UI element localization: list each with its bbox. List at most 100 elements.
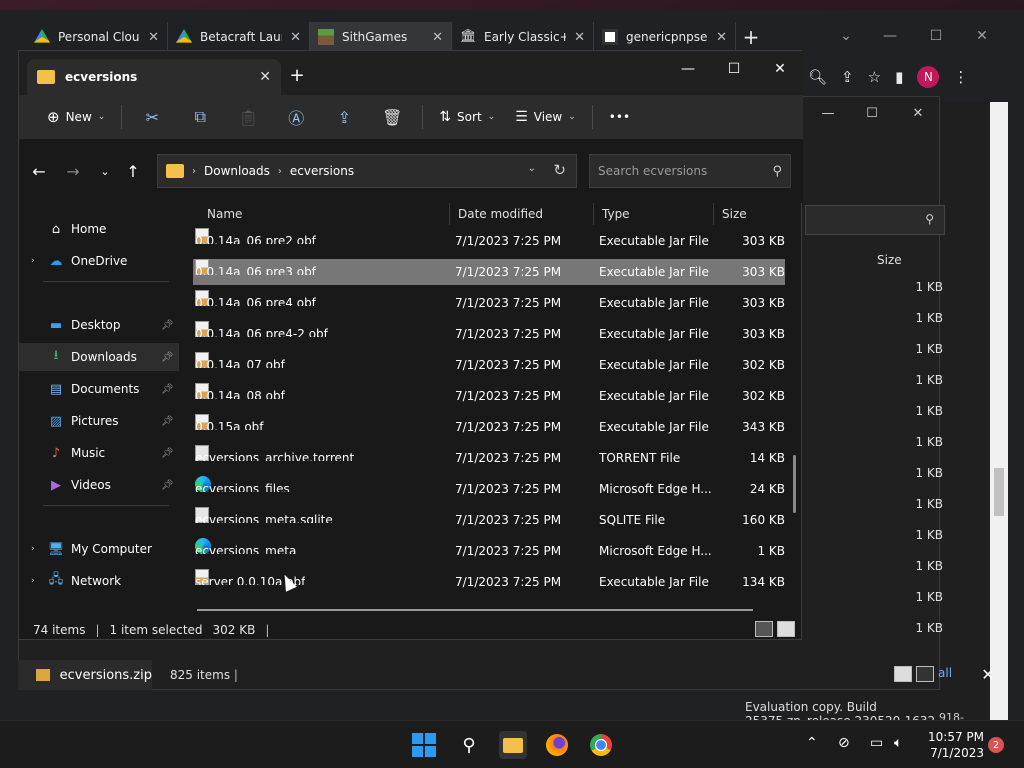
breadcrumb-ecversions[interactable]: ecversions [290, 164, 354, 178]
rename-button[interactable]: Ⓐ [272, 101, 320, 133]
paste-button[interactable]: 📋︎ [224, 101, 272, 133]
refresh-icon[interactable]: ↻ [553, 161, 566, 179]
table-row[interactable]: ecversions_meta 7/1/2023 7:25 PM Microsoft… [193, 538, 785, 564]
size-column-header[interactable]: Size [877, 253, 902, 267]
display-icon[interactable]: ▭ [870, 735, 883, 751]
forward-button[interactable]: → [61, 159, 85, 183]
chrome-tab-2[interactable]: SithGames ✕ [310, 22, 452, 52]
delete-button[interactable]: 🗑︎ [368, 101, 416, 133]
chrome-tab-search-icon[interactable]: ⌄ [826, 24, 866, 48]
clock[interactable]: 10:57 PM 7/1/2023 [920, 729, 984, 761]
chrome-minimize-button[interactable]: — [870, 24, 910, 48]
details-view-button[interactable] [894, 666, 912, 682]
breadcrumb-downloads[interactable]: Downloads [204, 164, 270, 178]
chrome-tab-3[interactable]: 🏛 Early Classic+ ✕ [452, 22, 594, 52]
nav-item-pictures[interactable]: ▨ Pictures 📌︎ [19, 407, 179, 435]
search-input[interactable] [598, 164, 758, 178]
chrome-tab-4[interactable]: genericpnpser ✕ [594, 22, 736, 52]
table-row-selected[interactable]: 0.0.14a_06 pre3 obf 7/1/2023 7:25 PM Execu… [193, 259, 785, 285]
tiles-view-button[interactable] [916, 666, 934, 682]
new-tab-button[interactable]: + [281, 63, 313, 87]
bookmark-star-icon[interactable]: ☆ [868, 68, 881, 86]
notification-badge[interactable]: 2 [988, 737, 1004, 753]
more-options-button[interactable]: ••• [599, 101, 640, 133]
network-disconnected-icon[interactable]: ⊘ [838, 735, 850, 751]
nav-item-documents[interactable]: ▤ Documents 📌︎ [19, 375, 179, 403]
table-row[interactable]: 0.0.14a_08 obf 7/1/2023 7:25 PM Executable… [193, 383, 785, 409]
address-bar[interactable]: › Downloads › ecversions ⌄ ↻ [157, 154, 577, 188]
table-row[interactable]: 0.0.14a_06 pre4 obf 7/1/2023 7:25 PM Execu… [193, 290, 785, 316]
pin-icon[interactable]: 📌︎ [161, 480, 179, 491]
close-icon[interactable]: ✕ [574, 30, 585, 45]
nav-item-music[interactable]: ♪ Music 📌︎ [19, 439, 179, 467]
nav-item-downloads[interactable]: ⭳ Downloads 📌︎ [19, 343, 179, 371]
minimize-button[interactable]: — [805, 103, 851, 123]
cut-button[interactable]: ✂ [128, 101, 176, 133]
sort-button[interactable]: ⇅ Sort ⌄ [429, 101, 505, 133]
nav-item-network[interactable]: › 🖧 Network [19, 567, 179, 595]
back-button[interactable]: ← [27, 159, 51, 183]
column-header-type[interactable]: Type [593, 203, 713, 225]
column-header-date[interactable]: Date modified [449, 203, 593, 225]
scrollbar-thumb[interactable] [994, 468, 1004, 516]
maximize-button[interactable]: ☐ [849, 103, 895, 123]
column-header-size[interactable]: Size [713, 203, 793, 225]
close-icon[interactable]: ✕ [968, 660, 1008, 688]
chrome-tab-1[interactable]: Betacraft Laun ✕ [168, 22, 310, 52]
menu-kebab-icon[interactable]: ⋮ [953, 68, 968, 86]
chevron-right-icon[interactable]: › [31, 256, 47, 266]
close-icon[interactable]: ✕ [290, 30, 301, 45]
table-row[interactable]: ecversions_meta.sqlite 7/1/2023 7:25 PM SQ… [193, 507, 785, 533]
close-tab-icon[interactable]: ✕ [259, 69, 271, 85]
details-view-button[interactable] [755, 621, 773, 637]
horizontal-scrollbar[interactable] [197, 609, 753, 611]
nav-item-desktop[interactable]: ▬ Desktop 📌︎ [19, 311, 179, 339]
share-button[interactable]: ⇪ [320, 101, 368, 133]
vertical-scrollbar[interactable] [793, 455, 796, 513]
column-header-name[interactable]: Name [199, 203, 451, 225]
zoom-icon[interactable]: 🔍︎ [808, 68, 827, 86]
search-input[interactable]: ⚲ [805, 205, 945, 235]
table-row[interactable]: 0.0.14a_07 obf 7/1/2023 7:25 PM Executable… [193, 352, 785, 378]
view-button[interactable]: ☰ View ⌄ [505, 101, 586, 133]
close-button[interactable]: ✕ [895, 103, 941, 123]
close-icon[interactable]: ✕ [432, 30, 443, 45]
file-explorer-taskbar-button[interactable] [499, 731, 527, 759]
table-row[interactable]: 0.0.14a_06 pre4-2 obf 7/1/2023 7:25 PM Exe… [193, 321, 785, 347]
all-link[interactable]: all [938, 666, 952, 680]
chevron-right-icon[interactable]: › [31, 544, 47, 554]
chrome-tab-0[interactable]: Personal Cloud ✕ [26, 22, 168, 52]
pin-icon[interactable]: 📌︎ [161, 384, 179, 395]
nav-item-my-computer[interactable]: › 🖥︎ My Computer [19, 535, 179, 563]
search-button[interactable]: ⚲ [455, 731, 483, 759]
search-box[interactable]: ⚲ [589, 154, 791, 188]
close-icon[interactable]: ✕ [148, 30, 159, 45]
chrome-close-button[interactable]: ✕ [962, 24, 1002, 48]
nav-item-onedrive[interactable]: › ☁ OneDrive [19, 247, 179, 275]
chrome-taskbar-button[interactable] [587, 731, 615, 759]
profile-avatar[interactable]: N [917, 66, 940, 88]
table-row[interactable]: ecversions_files 7/1/2023 7:25 PM Microsof… [193, 476, 785, 502]
nav-item-home[interactable]: ⌂ Home [19, 215, 179, 243]
pin-icon[interactable]: 📌︎ [161, 320, 179, 331]
chrome-maximize-button[interactable]: ☐ [916, 24, 956, 48]
show-hidden-icons-icon[interactable]: ⌃ [806, 735, 818, 751]
close-icon[interactable]: ✕ [716, 30, 727, 45]
table-row[interactable]: 0.0.15a obf 7/1/2023 7:25 PM Executable Ja… [193, 414, 785, 440]
nav-item-videos[interactable]: ▶ Videos 📌︎ [19, 471, 179, 499]
chevron-right-icon[interactable]: › [31, 576, 47, 586]
tiles-view-button[interactable] [777, 621, 795, 637]
share-icon[interactable]: ⇪ [841, 68, 854, 86]
new-tab-button[interactable]: + [736, 22, 766, 52]
firefox-taskbar-button[interactable] [543, 731, 571, 759]
recent-locations-button[interactable]: ⌄ [93, 159, 117, 183]
pin-icon[interactable]: 📌︎ [161, 352, 179, 363]
minimize-button[interactable]: — [665, 55, 711, 83]
maximize-button[interactable]: ☐ [711, 55, 757, 83]
new-button[interactable]: ⊕ New ⌄ [37, 101, 115, 133]
close-button[interactable]: ✕ [757, 55, 803, 83]
table-row[interactable]: 0.0.14a_06 pre2 obf 7/1/2023 7:25 PM Execu… [193, 228, 785, 254]
table-row[interactable]: ecversions_archive.torrent 7/1/2023 7:25 … [193, 445, 785, 471]
pin-icon[interactable]: 📌︎ [161, 448, 179, 459]
chevron-down-icon[interactable]: ⌄ [528, 163, 536, 174]
